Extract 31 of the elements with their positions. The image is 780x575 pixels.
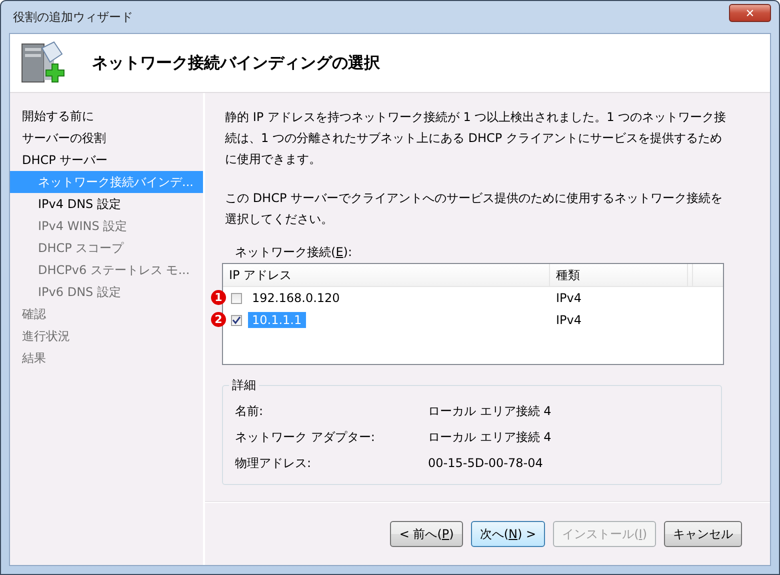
window-title: 役割の追加ウィザード	[12, 8, 133, 26]
type-cell-text: IPv4	[555, 313, 583, 327]
detail-label: 名前:	[235, 402, 264, 420]
checkbox[interactable]	[231, 314, 242, 326]
detail-value: ローカル エリア接続 4	[428, 402, 552, 420]
close-button[interactable]: ✕	[729, 4, 771, 22]
checkbox[interactable]	[231, 292, 242, 304]
detail-label: ネットワーク アダプター:	[235, 428, 376, 446]
description-text: 静的 IP アドレスを持つネットワーク接続が 1 つ以上検出されました。1 つのネットワーク接続は、1 つの分離されたサブネット上にある DHCP クライアントにサービスを提供するために使用できます。	[225, 109, 728, 168]
detail-value: ローカル エリア接続 4	[428, 428, 552, 446]
number-marker: 1	[211, 290, 226, 305]
detail-label: 物理アドレス:	[235, 454, 312, 472]
sidebar-item[interactable]: ネットワーク接続バインデ...	[10, 171, 203, 193]
sidebar-item[interactable]: 開始する前に	[10, 105, 203, 127]
page-title: ネットワーク接続バインディングの選択	[92, 52, 380, 74]
list-label: ネットワーク接続(E):	[235, 244, 354, 261]
wizard-button[interactable]: キャンセル	[664, 521, 742, 547]
column-header[interactable]: 種類	[550, 264, 688, 286]
sidebar-item[interactable]: IPv4 DNS 設定	[10, 193, 203, 215]
sidebar-item[interactable]: サーバーの役割	[10, 127, 203, 149]
wizard-button[interactable]: 次へ(N) >	[470, 521, 546, 547]
number-marker: 2	[211, 312, 226, 327]
ip-address-cell[interactable]: 10.1.1.1	[248, 312, 306, 328]
ip-address-cell[interactable]: 192.168.0.120	[248, 290, 344, 306]
detail-value: 00-15-5D-00-78-04	[428, 456, 544, 470]
column-header[interactable]: IP アドレス	[223, 264, 550, 286]
wizard-button[interactable]: < 前へ(P)	[390, 521, 463, 547]
description-text: この DHCP サーバーでクライアントへのサービス提供のために使用するネットワーク接続を選択してください。	[225, 190, 724, 228]
type-cell-text: IPv4	[555, 291, 583, 305]
group-title: 詳細	[231, 377, 257, 394]
sidebar-item[interactable]: DHCP サーバー	[10, 149, 203, 171]
